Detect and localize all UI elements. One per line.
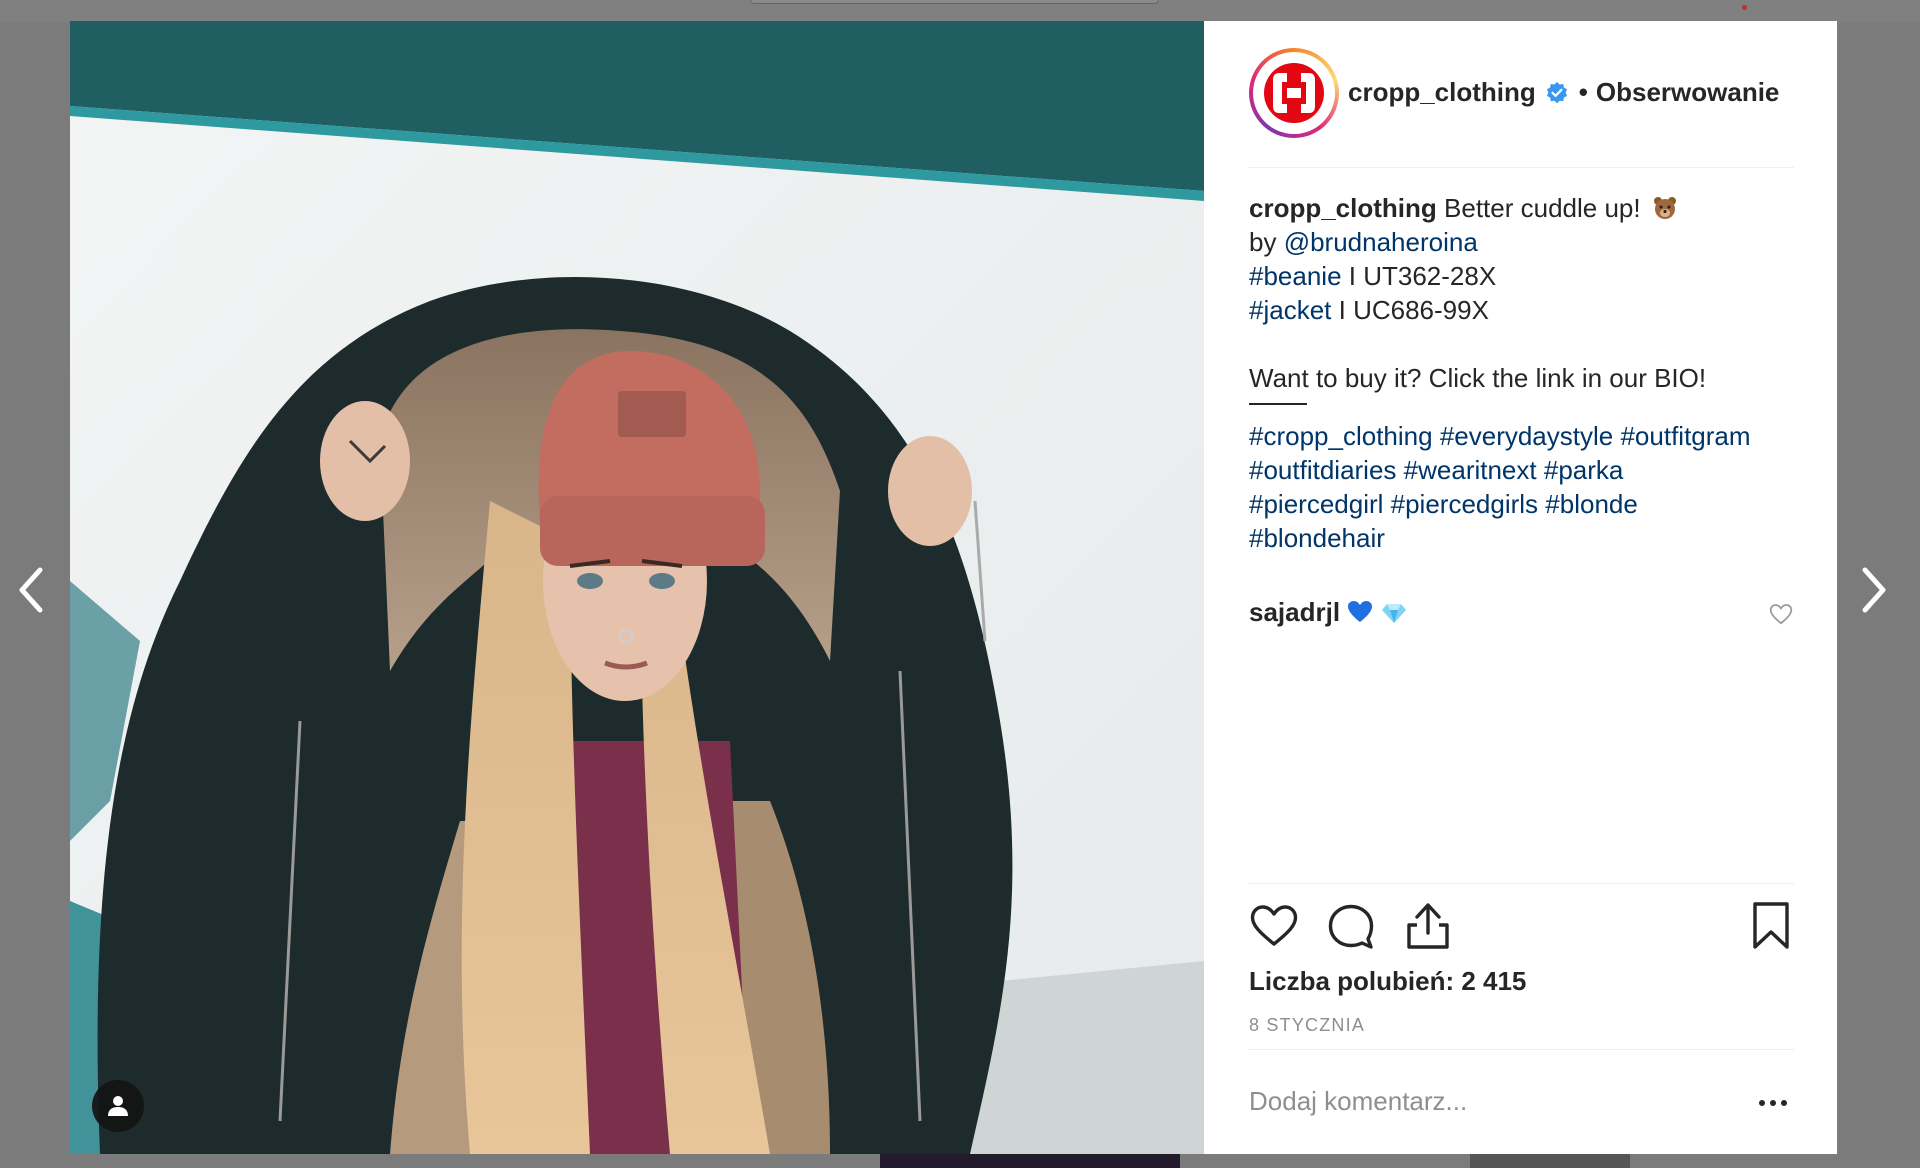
previous-post-button[interactable]: [10, 560, 50, 620]
bookmark-icon: [1753, 902, 1789, 949]
hashtag-link[interactable]: #everydaystyle: [1440, 421, 1613, 451]
post-sidebar: cropp_clothing • Obserwowanie cropp_clot…: [1204, 21, 1837, 1154]
hashtag-link[interactable]: #beanie: [1249, 261, 1342, 291]
hashtag-link[interactable]: #wearitnext: [1404, 455, 1537, 485]
blue-heart-emoji-icon: [1348, 601, 1373, 622]
comment-divider: [1249, 1049, 1794, 1050]
following-button[interactable]: Obserwowanie: [1596, 77, 1780, 108]
hashtag-link[interactable]: #outfitdiaries: [1249, 455, 1396, 485]
chevron-left-icon: [19, 567, 43, 613]
notification-dot: [1742, 5, 1747, 10]
comment-input[interactable]: [1249, 1086, 1709, 1117]
avatar: [1257, 56, 1331, 130]
share-button[interactable]: [1403, 901, 1453, 951]
username-link[interactable]: cropp_clothing: [1348, 77, 1536, 108]
likes-count[interactable]: Liczba polubień: 2 415: [1249, 966, 1526, 997]
post-photo[interactable]: [70, 21, 1204, 1154]
hashtag-link[interactable]: #piercedgirl: [1249, 489, 1383, 519]
like-comment-heart-icon[interactable]: [1768, 601, 1794, 627]
save-button[interactable]: [1746, 901, 1796, 951]
address-bar-edge: [750, 0, 1159, 4]
hashtag-link[interactable]: #blondehair: [1249, 523, 1385, 553]
comment-button[interactable]: [1326, 901, 1376, 951]
gem-emoji-icon: [1381, 604, 1406, 623]
next-post-button[interactable]: [1855, 560, 1895, 620]
hashtag-link[interactable]: #cropp_clothing: [1249, 421, 1433, 451]
product-code: I UC686-99X: [1338, 295, 1489, 325]
mention-link[interactable]: @brudnaheroina: [1284, 227, 1478, 257]
caption: cropp_clothing Better cuddle up! by @bru…: [1249, 191, 1794, 555]
comment-username[interactable]: sajadrjl: [1249, 597, 1340, 627]
post-date[interactable]: 8 STYCZNIA: [1249, 1015, 1365, 1036]
by-prefix: by: [1249, 227, 1277, 257]
cropp-logo-icon: [1264, 63, 1324, 123]
story-ring[interactable]: [1249, 48, 1339, 138]
user-icon: [108, 1096, 128, 1116]
post-modal: cropp_clothing • Obserwowanie cropp_clot…: [70, 21, 1837, 1154]
hashtag-link[interactable]: #blonde: [1545, 489, 1638, 519]
verified-badge-icon: [1546, 81, 1567, 103]
caption-text: Better cuddle up!: [1444, 193, 1641, 223]
hashtag-link[interactable]: #outfitgram: [1620, 421, 1750, 451]
hashtag-link[interactable]: #jacket: [1249, 295, 1331, 325]
hashtag-link[interactable]: #piercedgirls: [1391, 489, 1538, 519]
more-options-icon: [1759, 1100, 1765, 1106]
caption-divider: [1249, 403, 1307, 405]
heart-icon: [1250, 905, 1298, 946]
actions-divider: [1249, 883, 1794, 884]
caption-username[interactable]: cropp_clothing: [1249, 193, 1437, 223]
like-button[interactable]: [1249, 901, 1299, 951]
call-to-action: Want to buy it? Click the link in our BI…: [1249, 363, 1707, 393]
separator-dot: •: [1578, 77, 1588, 107]
hashtag-link[interactable]: #parka: [1544, 455, 1624, 485]
product-code: I UT362-28X: [1348, 261, 1497, 291]
post-header: cropp_clothing • Obserwowanie: [1249, 21, 1794, 168]
post-image: [70, 21, 1204, 1154]
comment-bubble-icon: [1328, 904, 1374, 949]
share-icon: [1407, 903, 1449, 949]
background-feed-thumbnails: [70, 1152, 1837, 1168]
bear-emoji-icon: [1653, 197, 1676, 219]
chevron-right-icon: [1862, 567, 1886, 613]
comment-row: sajadrjl: [1249, 597, 1794, 631]
tagged-users-button[interactable]: [92, 1080, 144, 1132]
more-options-button[interactable]: [1759, 1094, 1799, 1112]
browser-top-strip: [0, 0, 1920, 22]
